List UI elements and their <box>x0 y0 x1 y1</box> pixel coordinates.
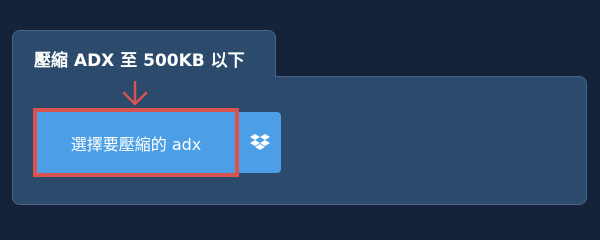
down-arrow-icon <box>122 80 148 106</box>
page-title: 壓縮 ADX 至 500KB 以下 <box>34 51 245 71</box>
choose-file-label: 選擇要壓縮的 adx <box>70 134 202 154</box>
dropbox-icon <box>250 133 270 150</box>
tab-panel-join <box>13 74 275 78</box>
choose-file-button[interactable]: 選擇要壓縮的 adx <box>33 108 239 177</box>
dropbox-button[interactable] <box>239 112 281 173</box>
